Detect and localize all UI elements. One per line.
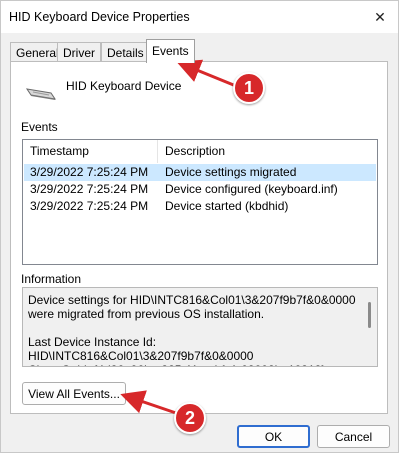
title-bar: HID Keyboard Device Properties ✕: [1, 1, 398, 33]
event-description: Device started (kbdhid): [165, 199, 289, 213]
properties-dialog: HID Keyboard Device Properties ✕ General…: [0, 0, 399, 453]
view-all-events-button[interactable]: View All Events...: [22, 382, 126, 405]
close-icon[interactable]: ✕: [362, 1, 398, 33]
column-header-timestamp[interactable]: Timestamp: [23, 140, 158, 163]
information-label: Information: [21, 272, 82, 286]
event-description: Device settings migrated: [165, 165, 297, 179]
event-timestamp: 3/29/2022 7:25:24 PM: [30, 165, 149, 179]
event-row[interactable]: 3/29/2022 7:25:24 PM Device started (kbd…: [24, 198, 376, 215]
keyboard-icon: [25, 88, 57, 100]
window-title: HID Keyboard Device Properties: [9, 10, 190, 24]
annotation-badge-2: 2: [174, 402, 206, 434]
event-timestamp: 3/29/2022 7:25:24 PM: [30, 199, 149, 213]
device-name: HID Keyboard Device: [66, 79, 182, 93]
information-text: Device settings for HID\INTC816&Col01\3&…: [28, 293, 356, 366]
column-header-description[interactable]: Description: [158, 140, 308, 163]
information-textbox[interactable]: Device settings for HID\INTC816&Col01\3&…: [22, 287, 378, 367]
tab-driver[interactable]: Driver: [57, 42, 101, 62]
event-row[interactable]: 3/29/2022 7:25:24 PM Device settings mig…: [24, 164, 376, 181]
events-label: Events: [21, 120, 58, 134]
events-tab-panel: HID Keyboard Device Events Timestamp Des…: [10, 61, 388, 414]
tab-events[interactable]: Events: [146, 39, 195, 63]
tab-details[interactable]: Details: [101, 42, 150, 62]
ok-button[interactable]: OK: [237, 425, 310, 448]
cancel-button[interactable]: Cancel: [317, 425, 390, 448]
information-scrollbar[interactable]: [368, 302, 371, 328]
annotation-badge-1: 1: [233, 72, 265, 104]
event-description: Device configured (keyboard.inf): [165, 182, 338, 196]
event-row[interactable]: 3/29/2022 7:25:24 PM Device configured (…: [24, 181, 376, 198]
event-timestamp: 3/29/2022 7:25:24 PM: [30, 182, 149, 196]
events-list[interactable]: Timestamp Description 3/29/2022 7:25:24 …: [22, 139, 378, 265]
